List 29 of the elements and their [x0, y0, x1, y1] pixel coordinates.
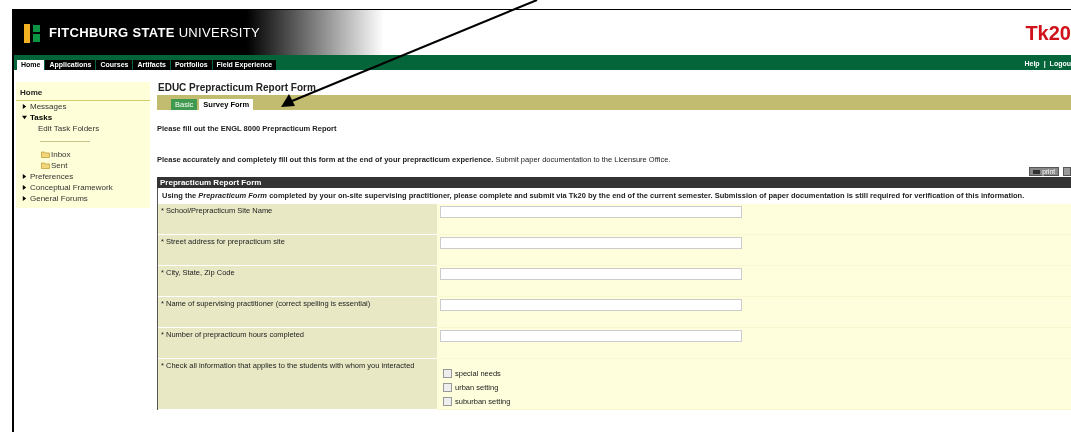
- university-logo-icon: [24, 21, 41, 44]
- sidebar-item[interactable]: Messages: [16, 101, 150, 112]
- caret-right-icon: [22, 104, 27, 109]
- text-input[interactable]: [440, 329, 742, 342]
- caret-right-icon: [22, 174, 27, 179]
- page-title: EDUC Prepracticum Report Form: [157, 81, 317, 94]
- checkbox[interactable]: [443, 369, 452, 378]
- folder-item[interactable]: Inbox: [16, 149, 150, 160]
- caret-down-icon: [22, 115, 27, 120]
- folder-item[interactable]: Sent: [16, 160, 150, 171]
- sidebar-title: Home: [16, 82, 150, 101]
- text-input[interactable]: [440, 236, 742, 249]
- caret-right-icon: [22, 196, 27, 201]
- sidebar-item[interactable]: Tasks: [16, 112, 150, 123]
- university-name: FITCHBURG STATE UNIVERSITY: [49, 23, 260, 42]
- checkbox[interactable]: [443, 397, 452, 406]
- text-input[interactable]: [440, 205, 742, 218]
- printer-icon: [1033, 169, 1041, 174]
- sidebar-subitem[interactable]: Edit Task Folders: [16, 123, 150, 134]
- sidebar-item[interactable]: Preferences: [16, 171, 150, 182]
- checkbox[interactable]: [443, 383, 452, 392]
- brand-logo: Tk20: [1025, 20, 1071, 46]
- sidebar-item[interactable]: General Forums: [16, 193, 150, 204]
- text-input[interactable]: [440, 298, 742, 311]
- caret-right-icon: [22, 185, 27, 190]
- sidebar-item[interactable]: Conceptual Framework: [16, 182, 150, 193]
- help-button[interactable]: [1063, 167, 1071, 176]
- section-header: Prepracticum Report Form: [157, 177, 1071, 188]
- text-input[interactable]: [440, 267, 742, 280]
